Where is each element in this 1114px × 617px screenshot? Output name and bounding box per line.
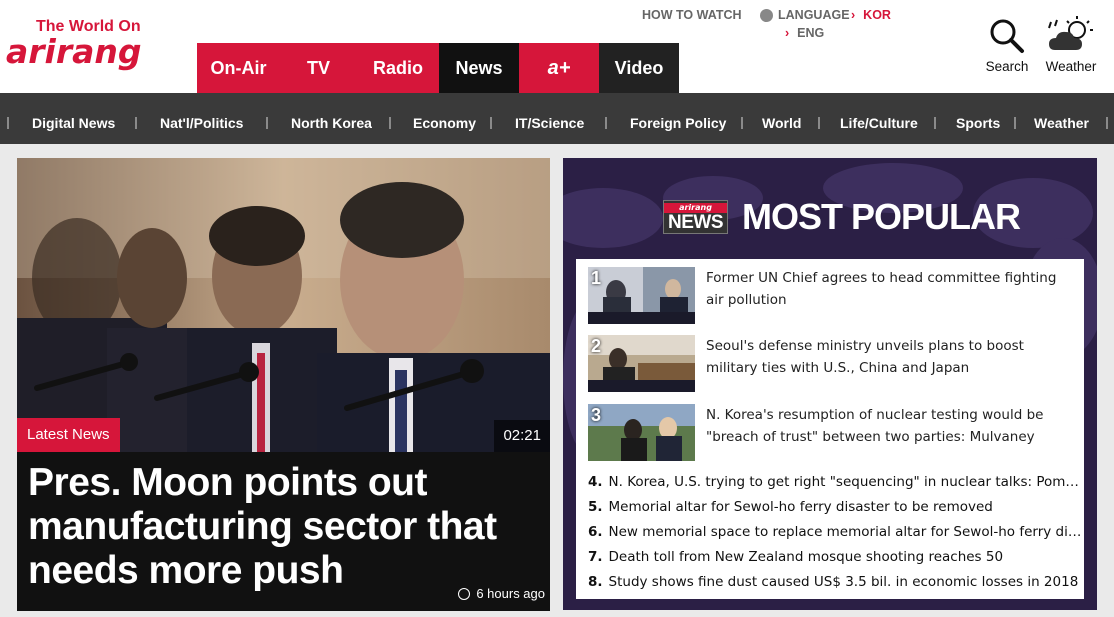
main-nav: On-Air TV Radio News a+ Video bbox=[197, 43, 679, 93]
category-divider bbox=[818, 117, 820, 129]
category-foreign-policy[interactable]: Foreign Policy bbox=[630, 115, 726, 131]
badge-news: NEWS bbox=[668, 212, 724, 233]
thumbnail-image bbox=[588, 267, 695, 324]
popular-rank-3: 3 bbox=[591, 405, 602, 425]
popular-item-4[interactable]: 4. N. Korea, U.S. trying to get right "se… bbox=[588, 474, 1084, 490]
main-story-time: 6 hours ago bbox=[458, 586, 545, 601]
category-sports[interactable]: Sports bbox=[956, 115, 1000, 131]
category-north-korea[interactable]: North Korea bbox=[291, 115, 372, 131]
search-icon bbox=[990, 19, 1024, 53]
arirang-news-badge: arirang NEWS bbox=[663, 200, 728, 234]
logo-wordmark: arirang bbox=[6, 32, 142, 71]
category-natl-politics[interactable]: Nat'l/Politics bbox=[160, 115, 243, 131]
category-bar: Digital News Nat'l/Politics North Korea … bbox=[0, 93, 1114, 144]
category-digital-news[interactable]: Digital News bbox=[32, 115, 115, 131]
category-divider bbox=[135, 117, 137, 129]
category-weather[interactable]: Weather bbox=[1034, 115, 1089, 131]
category-it-science[interactable]: IT/Science bbox=[515, 115, 584, 131]
lang-eng-label: ENG bbox=[797, 26, 825, 40]
category-divider bbox=[389, 117, 391, 129]
most-popular-panel: arirang NEWS MOST POPULAR 1 Former UN Ch… bbox=[563, 158, 1097, 610]
category-divider bbox=[1014, 117, 1016, 129]
lang-kor-option[interactable]: › KOR bbox=[851, 8, 891, 22]
popular-thumbnail-2[interactable]: 2 bbox=[588, 335, 695, 392]
thumbnail-image bbox=[588, 335, 695, 392]
globe-icon bbox=[760, 8, 773, 22]
category-divider bbox=[490, 117, 492, 129]
main-story-card[interactable]: Latest News 02:21 Pres. Moon points out … bbox=[17, 158, 550, 611]
most-popular-title: MOST POPULAR bbox=[742, 196, 1021, 237]
lang-eng-option[interactable]: › ENG bbox=[785, 26, 824, 40]
category-divider bbox=[934, 117, 936, 129]
search-label: Search bbox=[985, 59, 1029, 74]
popular-rank-4: 4. bbox=[588, 474, 603, 490]
popular-item-8[interactable]: 8. Study shows fine dust caused US$ 3.5 b… bbox=[588, 574, 1084, 590]
weather-button[interactable]: Weather bbox=[1040, 14, 1102, 78]
category-divider bbox=[605, 117, 607, 129]
most-popular-list: 1 Former UN Chief agrees to head committ… bbox=[576, 259, 1084, 599]
nav-news[interactable]: News bbox=[439, 43, 519, 93]
popular-rank-6: 6. bbox=[588, 524, 603, 540]
weather-label: Weather bbox=[1045, 59, 1097, 74]
most-popular-heading: arirang NEWS MOST POPULAR bbox=[663, 196, 1021, 238]
popular-rank-7: 7. bbox=[588, 549, 603, 565]
popular-rank-5: 5. bbox=[588, 499, 603, 515]
language-label: LANGUAGE bbox=[778, 8, 850, 22]
popular-item-3[interactable]: 3 N. Korea's resumption of nuclear testi… bbox=[588, 404, 1078, 464]
language-selector[interactable]: LANGUAGE bbox=[760, 8, 850, 22]
popular-item-1[interactable]: 1 Former UN Chief agrees to head committ… bbox=[588, 267, 1078, 327]
category-divider bbox=[741, 117, 743, 129]
how-to-watch-link[interactable]: HOW TO WATCH bbox=[642, 8, 742, 22]
category-divider bbox=[1106, 117, 1108, 129]
category-life-culture[interactable]: Life/Culture bbox=[840, 115, 918, 131]
video-duration: 02:21 bbox=[494, 420, 550, 452]
popular-rank-8: 8. bbox=[588, 574, 603, 590]
chevron-right-icon: › bbox=[851, 8, 856, 22]
popular-headline-7: Death toll from New Zealand mosque shoot… bbox=[608, 549, 1004, 565]
clock-icon bbox=[458, 587, 471, 600]
main-story-headline[interactable]: Pres. Moon points out manufacturing sect… bbox=[28, 461, 538, 593]
main-story-time-label: 6 hours ago bbox=[476, 586, 545, 601]
popular-headline-2[interactable]: Seoul's defense ministry unveils plans t… bbox=[706, 335, 1078, 379]
nav-a-plus[interactable]: a+ bbox=[519, 43, 599, 93]
popular-headline-6: New memorial space to replace memorial a… bbox=[608, 524, 1084, 540]
category-world[interactable]: World bbox=[762, 115, 801, 131]
search-button[interactable]: Search bbox=[980, 14, 1034, 78]
popular-headline-4: N. Korea, U.S. trying to get right "sequ… bbox=[608, 474, 1084, 490]
popular-headline-5: Memorial altar for Sewol-ho ferry disast… bbox=[608, 499, 993, 515]
popular-item-2[interactable]: 2 Seoul's defense ministry unveils plans… bbox=[588, 335, 1078, 395]
chevron-right-icon: › bbox=[785, 26, 790, 40]
popular-item-6[interactable]: 6. New memorial space to replace memorial… bbox=[588, 524, 1084, 540]
site-header: The World On arirang HOW TO WATCH LANGUA… bbox=[0, 0, 1114, 93]
popular-headline-1[interactable]: Former UN Chief agrees to head committee… bbox=[706, 267, 1078, 311]
popular-thumbnail-1[interactable]: 1 bbox=[588, 267, 695, 324]
weather-icon bbox=[1048, 16, 1093, 50]
popular-item-5[interactable]: 5. Memorial altar for Sewol-ho ferry disa… bbox=[588, 499, 1084, 515]
category-economy[interactable]: Economy bbox=[413, 115, 476, 131]
popular-thumbnail-3[interactable]: 3 bbox=[588, 404, 695, 461]
meeting-photo-illustration bbox=[17, 158, 550, 452]
popular-headline-3[interactable]: N. Korea's resumption of nuclear testing… bbox=[706, 404, 1078, 448]
popular-rank-1: 1 bbox=[591, 268, 602, 288]
nav-radio[interactable]: Radio bbox=[357, 43, 439, 93]
nav-video[interactable]: Video bbox=[599, 43, 679, 93]
thumbnail-image bbox=[588, 404, 695, 461]
main-story-photo[interactable]: Latest News 02:21 bbox=[17, 158, 550, 452]
nav-on-air[interactable]: On-Air bbox=[197, 43, 280, 93]
popular-rank-2: 2 bbox=[591, 336, 602, 356]
popular-item-7[interactable]: 7. Death toll from New Zealand mosque sho… bbox=[588, 549, 1084, 565]
category-divider bbox=[7, 117, 9, 129]
lang-kor-label: KOR bbox=[863, 8, 891, 22]
nav-tv[interactable]: TV bbox=[280, 43, 357, 93]
arirang-logo[interactable]: The World On arirang bbox=[6, 18, 166, 78]
latest-news-tag: Latest News bbox=[17, 418, 120, 452]
category-divider bbox=[266, 117, 268, 129]
popular-headline-8: Study shows fine dust caused US$ 3.5 bil… bbox=[608, 574, 1079, 590]
